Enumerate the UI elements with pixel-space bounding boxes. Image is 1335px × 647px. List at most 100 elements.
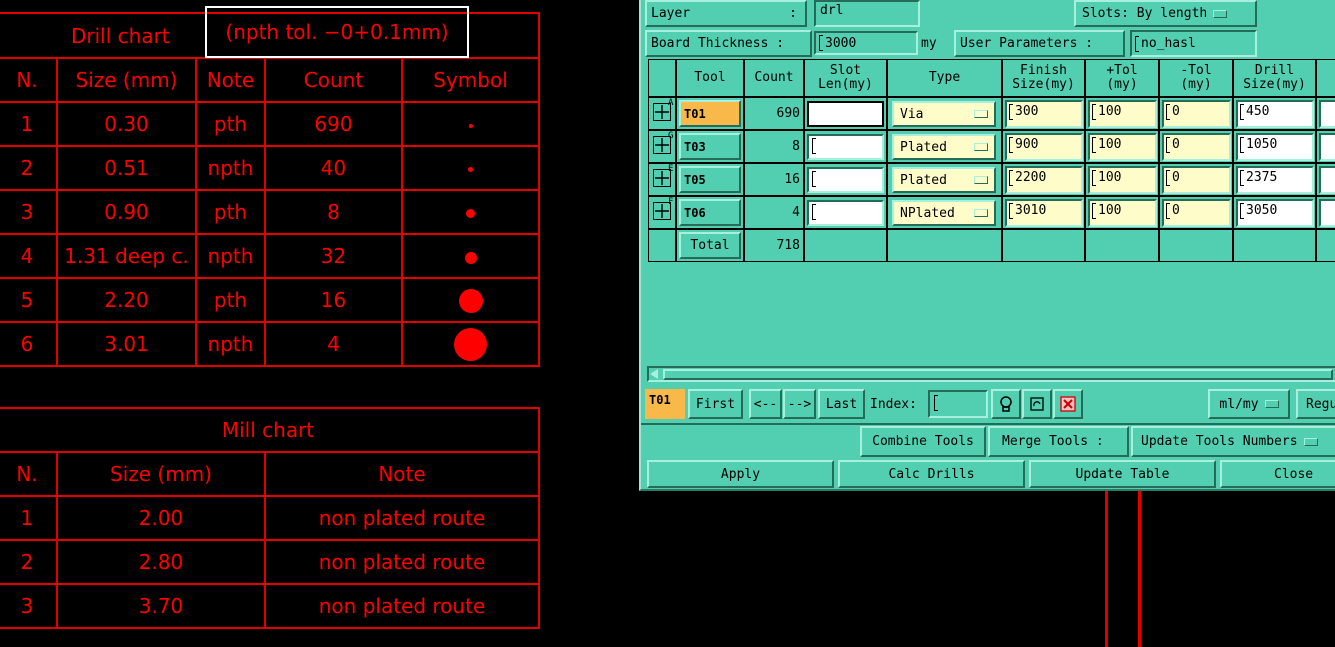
table-horizontal-scrollbar[interactable] [647, 366, 1335, 382]
slot-len-field[interactable] [807, 134, 884, 160]
finish-field[interactable]: 900 [1005, 133, 1083, 161]
drill-count: 8 [264, 189, 403, 235]
tool-cell[interactable]: T03 [676, 130, 744, 163]
apply-button[interactable]: Apply [647, 460, 834, 488]
ptol-field[interactable]: 100 [1088, 133, 1157, 161]
mill-header-note: Note [264, 451, 540, 497]
tool-cell[interactable]: T01 [676, 97, 744, 130]
clipped-field[interactable] [1319, 133, 1335, 161]
drill-tools-dialog: Layer : drl Slots: By length Board Thick… [639, 0, 1335, 491]
slot-len-field[interactable] [807, 200, 884, 226]
ntol-field[interactable]: 0 [1162, 166, 1231, 194]
tool-cell[interactable]: T05 [676, 163, 744, 196]
bulb-icon[interactable] [991, 389, 1021, 419]
type-cell: NPlated [887, 196, 1002, 229]
drill-symbol-dot [454, 327, 488, 361]
drill-cell: 3050 [1233, 196, 1316, 229]
prev-button[interactable]: <-- [749, 389, 782, 419]
finish-value: 900 [1015, 137, 1039, 152]
units-option-menu[interactable]: ml/my [1208, 389, 1290, 419]
tool-cell[interactable]: T06 [676, 196, 744, 229]
index-field[interactable] [928, 390, 988, 418]
ptol-cell: 100 [1085, 130, 1159, 163]
scrollbar-thumb[interactable] [663, 369, 1333, 380]
drill-field[interactable]: 1050 [1236, 133, 1314, 161]
regu-button[interactable]: Regu [1296, 389, 1335, 419]
ntol-field[interactable]: 0 [1162, 199, 1231, 227]
ntol-field[interactable]: 0 [1162, 100, 1231, 128]
drill-field[interactable]: 2375 [1236, 166, 1314, 194]
drill-field[interactable]: 450 [1236, 100, 1314, 128]
row-marker[interactable]: E [648, 163, 676, 196]
ntol-field[interactable]: 0 [1162, 133, 1231, 161]
tool-button[interactable]: T01 [679, 100, 741, 127]
calc-drills-button[interactable]: Calc Drills [838, 460, 1025, 488]
row-marker[interactable]: A [648, 97, 676, 130]
drill-symbol [400, 321, 541, 367]
row-marker[interactable]: F [648, 196, 676, 229]
type-option-menu[interactable]: Plated [892, 167, 996, 193]
merge-tools-option-menu[interactable]: Update Tools Numbers [1131, 426, 1335, 457]
finish-value: 2200 [1015, 170, 1047, 185]
tool-button[interactable]: T03 [679, 133, 741, 160]
drill-field[interactable]: 3050 [1236, 199, 1314, 227]
text-caret-icon [812, 138, 816, 154]
drill-note: npth [195, 233, 266, 279]
clipped-cell [1316, 97, 1335, 130]
drill-count: 32 [264, 233, 403, 279]
option-menu-indicator-icon [1303, 437, 1318, 446]
ptol-value: 100 [1098, 203, 1122, 218]
tool-button[interactable]: T06 [679, 199, 741, 226]
tool-button[interactable]: T05 [679, 166, 741, 193]
clipped-cell [1316, 130, 1335, 163]
drill-header-note: Note [195, 57, 266, 103]
ptol-field[interactable]: 100 [1088, 100, 1157, 128]
finish-field[interactable]: 3010 [1005, 199, 1083, 227]
refresh-icon[interactable] [1022, 389, 1052, 419]
first-button[interactable]: First [688, 389, 743, 419]
user-parameters-field[interactable]: no_hasl [1130, 30, 1257, 57]
mill-header-n: N. [0, 451, 58, 497]
drill-note: pth [195, 277, 266, 323]
row-pointer-letter: E [668, 164, 674, 174]
type-option-menu[interactable]: Via [892, 101, 996, 127]
slot-len-field[interactable] [807, 167, 884, 193]
units-value: ml/my [1219, 396, 1259, 412]
tool-count: 690 [744, 97, 804, 130]
option-menu-indicator-icon [974, 143, 988, 151]
type-option-menu[interactable]: Plated [892, 134, 996, 160]
combine-tools-button[interactable]: Combine Tools [860, 426, 986, 457]
drill-symbol-dot [458, 288, 483, 313]
ptol-cell: 100 [1085, 163, 1159, 196]
mill-note: non plated route [264, 583, 540, 629]
slots-option-menu[interactable]: Slots: By length [1074, 0, 1257, 27]
clipped-field[interactable] [1319, 199, 1335, 227]
last-button[interactable]: Last [818, 389, 865, 419]
close-button[interactable]: Close [1220, 460, 1335, 488]
drill-size: 0.30 [56, 101, 197, 147]
scroll-left-arrow-icon[interactable] [650, 369, 658, 379]
slot-len-field[interactable] [807, 101, 884, 127]
clipped-field[interactable] [1319, 100, 1335, 128]
layer-field[interactable]: drl [814, 0, 920, 27]
ntol-cell: 0 [1159, 196, 1233, 229]
row-marker[interactable]: G [648, 130, 676, 163]
finish-field[interactable]: 2200 [1005, 166, 1083, 194]
finish-field[interactable]: 300 [1005, 100, 1083, 128]
text-caret-icon [1166, 137, 1170, 153]
delete-icon[interactable] [1053, 389, 1083, 419]
board-thickness-field[interactable]: 3000 [814, 31, 918, 55]
update-table-button[interactable]: Update Table [1029, 460, 1216, 488]
col-header-minus-tol-text: -Tol (my) [1180, 63, 1212, 92]
text-caret-icon [1166, 203, 1170, 219]
clipped-cell [1316, 163, 1335, 196]
ptol-field[interactable]: 100 [1088, 199, 1157, 227]
merge-tools-label: Merge Tools : [988, 426, 1129, 457]
mill-size: 2.00 [56, 495, 266, 541]
type-option-menu[interactable]: NPlated [892, 200, 996, 226]
clipped-field[interactable] [1319, 166, 1335, 194]
next-button[interactable]: --> [783, 389, 816, 419]
text-caret-icon [819, 35, 823, 51]
ptol-field[interactable]: 100 [1088, 166, 1157, 194]
drill-symbol [400, 101, 541, 147]
